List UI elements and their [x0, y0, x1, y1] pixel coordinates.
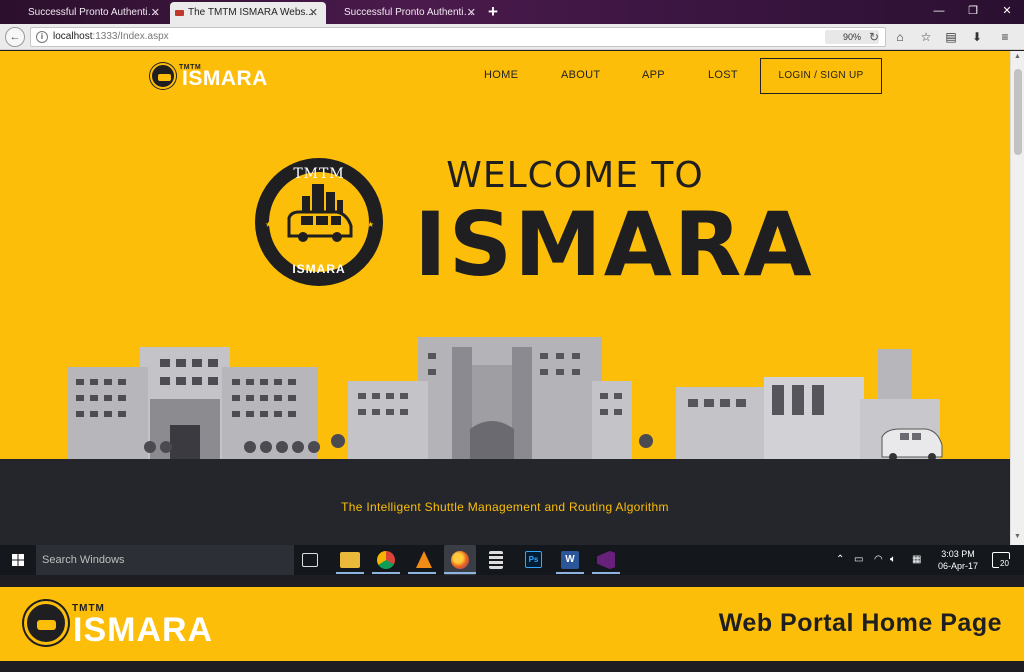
firefox-icon[interactable] — [451, 551, 469, 569]
tab-ismara[interactable]: The TMTM ISMARA Webs... ✕ — [170, 2, 326, 24]
caption-banner: TMTM ISMARA Web Portal Home Page — [0, 575, 1024, 672]
nav-app[interactable]: APP — [642, 69, 665, 81]
running-indicator — [444, 572, 476, 574]
login-signup-button[interactable]: LOGIN / SIGN UP — [760, 58, 882, 94]
emblem-bottom-text: ISMARA — [292, 262, 346, 276]
bookmark-star-icon[interactable]: ☆ — [918, 29, 934, 45]
shuttle-van — [881, 428, 943, 461]
emblem-top-text: TMTM — [293, 166, 345, 182]
battery-icon[interactable]: ▭ — [854, 545, 863, 575]
star-icon: ★ — [367, 220, 375, 229]
running-indicator — [592, 572, 620, 574]
photoshop-icon[interactable]: Ps — [525, 551, 542, 568]
clock-time: 3:03 PM — [941, 549, 975, 559]
download-icon[interactable]: ⬇ — [969, 29, 985, 45]
visual-studio-icon[interactable] — [597, 551, 615, 569]
chrome-icon[interactable] — [377, 551, 395, 569]
hero-title: ISMARA — [414, 193, 814, 296]
wifi-icon[interactable]: ◠ — [874, 545, 883, 575]
url-path: :1333/Index.aspx — [92, 31, 169, 42]
chevron-up-icon[interactable]: ⌃ — [836, 545, 844, 575]
running-indicator — [336, 572, 364, 574]
hero-welcome: WELCOME TO — [446, 155, 704, 196]
tmtm-favicon-icon — [175, 10, 184, 16]
word-icon[interactable]: W — [561, 551, 579, 569]
ismara-home-page: TMTM ISMARA HOME ABOUT APP LOST LOGIN / … — [0, 51, 1010, 545]
close-icon[interactable]: ✕ — [309, 2, 318, 24]
menu-icon[interactable]: ≡ — [997, 29, 1013, 45]
clock-date: 06-Apr-17 — [937, 561, 979, 571]
nav-about[interactable]: ABOUT — [561, 69, 600, 81]
keyboard-icon[interactable]: ▦ — [912, 545, 921, 575]
site-tagline: The Intelligent Shuttle Management and R… — [341, 500, 669, 514]
browser-tab-bar: Successful Pronto Authenticat... ✕ The T… — [0, 0, 1024, 24]
taskbar-search[interactable]: Search Windows — [36, 545, 294, 575]
close-icon[interactable]: ✕ — [467, 2, 476, 24]
reload-icon[interactable]: ↻ — [869, 28, 879, 46]
running-indicator — [408, 572, 436, 574]
running-indicator — [556, 572, 584, 574]
minimize-icon[interactable]: — — [922, 0, 956, 22]
start-button[interactable] — [0, 545, 36, 575]
url-host: localhost — [53, 31, 93, 42]
running-indicator — [372, 572, 400, 574]
close-icon[interactable]: ✕ — [151, 2, 160, 24]
tab-title: Successful Pronto Authenticat... — [344, 7, 476, 18]
tab-title: The TMTM ISMARA Webs... — [188, 7, 314, 18]
scroll-up-icon[interactable]: ▲ — [1014, 53, 1021, 60]
url-text: localhost:1333/Index.aspx — [53, 28, 169, 46]
star-icon: ★ — [265, 220, 273, 229]
new-tab-button[interactable]: + — [488, 1, 498, 23]
address-bar[interactable]: i localhost:1333/Index.aspx 90% ↻ — [30, 27, 886, 47]
close-window-icon[interactable]: ✕ — [990, 0, 1024, 22]
tab-title: Successful Pronto Authenticat... — [28, 7, 160, 18]
site-logo[interactable]: TMTM ISMARA — [150, 63, 270, 91]
logo-badge-icon — [150, 63, 176, 89]
windows-logo-icon — [12, 554, 24, 566]
nav-home[interactable]: HOME — [484, 69, 518, 81]
info-icon[interactable]: i — [36, 31, 48, 43]
calculator-icon[interactable] — [489, 551, 503, 569]
taskbar-clock[interactable]: 3:03 PM 06-Apr-17 — [928, 548, 988, 572]
file-explorer-icon[interactable] — [340, 552, 360, 568]
browser-nav-bar: ← i localhost:1333/Index.aspx 90% ↻ ⌂ ☆ … — [0, 24, 1024, 50]
tab-pronto-2[interactable]: Successful Pronto Authenticat... ✕ — [326, 2, 484, 24]
banner-logo-word: ISMARA — [73, 611, 214, 649]
city-skyline-illustration — [68, 337, 943, 461]
volume-icon[interactable]: 🔈︎ — [890, 545, 896, 575]
scroll-thumb[interactable] — [1014, 69, 1022, 155]
scroll-down-icon[interactable]: ▼ — [1014, 533, 1021, 540]
logo-word: ISMARA — [182, 67, 268, 90]
task-view-icon[interactable] — [302, 553, 318, 567]
tab-pronto-1[interactable]: Successful Pronto Authenticat... ✕ — [10, 2, 168, 24]
vlc-icon[interactable] — [416, 551, 432, 568]
back-icon[interactable]: ← — [5, 27, 25, 47]
windows-taskbar: Search Windows Ps W ⌃ ▭ ◠ 🔈︎ ▦ 3:03 PM 0… — [0, 545, 1024, 575]
notification-count: 20 — [999, 559, 1010, 568]
shuttle-van-icon — [287, 210, 353, 242]
nav-lost[interactable]: LOST — [708, 69, 738, 81]
page-scrollbar[interactable]: ▲ ▼ — [1010, 51, 1024, 545]
banner-caption: Web Portal Home Page — [718, 609, 1002, 637]
restore-icon[interactable]: ❐ — [956, 0, 990, 22]
ismara-emblem: TMTM ★ ★ ISMARA — [255, 158, 383, 286]
home-icon[interactable]: ⌂ — [892, 29, 908, 45]
reader-icon[interactable]: ▤ — [943, 29, 959, 45]
banner-logo-icon — [24, 601, 68, 645]
